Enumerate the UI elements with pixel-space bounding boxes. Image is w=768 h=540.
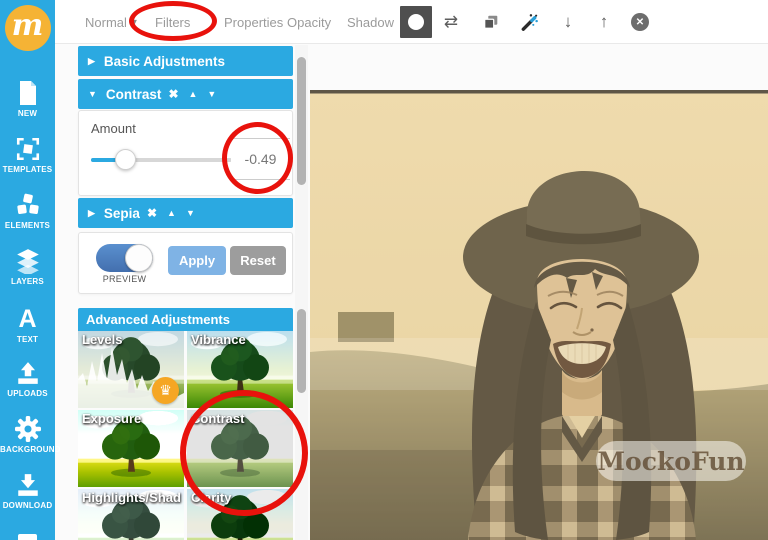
chevron-down-icon: ▾ (131, 16, 137, 28)
filter-thumbnail-exposure[interactable]: Exposure (78, 410, 184, 487)
premium-crown-icon: ♛ (152, 377, 179, 404)
amount-label: Amount (91, 121, 136, 136)
delete-icon[interactable]: ✕ (627, 0, 653, 44)
move-filter-up-icon[interactable]: ▲ (189, 89, 198, 99)
preview-toggle[interactable] (96, 244, 153, 272)
menu-item-shadow[interactable]: Shadow (347, 0, 394, 44)
scrollbar-thumb[interactable] (297, 57, 306, 185)
apply-button[interactable]: Apply (168, 246, 226, 275)
move-filter-up-icon[interactable]: ▲ (167, 208, 176, 218)
filter-thumbnail-vibrance[interactable]: Vibrance (187, 331, 293, 408)
swap-arrows-icon[interactable]: ⇄ (438, 0, 464, 44)
filter-thumbnail-clarity[interactable]: Clarity (187, 489, 293, 540)
canvas-area[interactable]: MockoFun (309, 45, 768, 540)
menu-item-opacity[interactable]: Opacity (287, 0, 331, 44)
preview-actions-card: PREVIEW Apply Reset (78, 232, 293, 294)
top-toolbar: Normal ▾ Filters Properties Opacity Shad… (55, 0, 768, 44)
new-document-icon (19, 81, 36, 105)
sidebar-item-download[interactable]: DOWNLOAD (0, 472, 55, 510)
move-up-icon[interactable]: ↑ (591, 0, 617, 44)
uploads-icon (17, 362, 38, 384)
amount-slider[interactable] (91, 149, 232, 170)
sidebar-item-elements[interactable]: ELEMENTS (0, 192, 55, 230)
move-down-icon[interactable]: ↓ (555, 0, 581, 44)
remove-filter-icon[interactable]: ✖ (168, 87, 178, 101)
menu-item-filters[interactable]: Filters (155, 0, 190, 44)
menu-item-properties[interactable]: Properties (224, 0, 283, 44)
move-filter-down-icon[interactable]: ▼ (207, 89, 216, 99)
blend-mode-value: Normal (85, 14, 127, 30)
section-header-basic-adjustments[interactable]: ▶ Basic Adjustments (78, 46, 293, 76)
filters-panel: ▶ Basic Adjustments ▼ Contrast ✖ ▲ ▼ Amo… (78, 0, 293, 540)
sidebar-item-text[interactable]: A TEXT (0, 306, 55, 344)
background-icon (14, 416, 41, 442)
shape-fill-button[interactable] (400, 6, 432, 38)
mockofun-logo[interactable]: m (0, 0, 55, 55)
sidebar-item-layers[interactable]: LAYERS (0, 248, 55, 286)
layers-icon (16, 249, 39, 274)
main-sidebar: m NEW TEMPLATES ELEMENTS LAYERS A TEXT U… (0, 0, 60, 540)
download-icon (17, 474, 38, 496)
filter-thumbnail-levels[interactable]: Levels ♛ (78, 331, 184, 408)
remove-filter-icon[interactable]: ✖ (147, 206, 157, 220)
sidebar-item-partial (18, 534, 37, 540)
toggle-knob (125, 244, 153, 272)
duplicate-icon[interactable] (478, 0, 504, 44)
scrollbar-thumb[interactable] (297, 309, 306, 393)
filter-thumbnail-contrast[interactable]: Contrast (187, 410, 293, 487)
collapsed-triangle-icon: ▶ (88, 207, 95, 218)
sidebar-item-background[interactable]: BACKGROUND (0, 416, 60, 454)
contrast-amount-card: Amount -0.49 (78, 110, 293, 196)
elements-icon (16, 193, 39, 215)
reset-button[interactable]: Reset (230, 246, 286, 275)
sidebar-item-new[interactable]: NEW (0, 80, 55, 118)
amount-slider-handle[interactable] (115, 149, 136, 170)
brand-letter: m (11, 7, 44, 43)
templates-icon (16, 137, 39, 161)
amount-value-input[interactable]: -0.49 (231, 138, 290, 180)
text-icon: A (18, 305, 37, 333)
filter-thumbnail-highlights-shadows[interactable]: Highlights/Shad (78, 489, 184, 540)
blend-mode-dropdown[interactable]: Normal ▾ (85, 0, 137, 44)
mockofun-editor: Normal ▾ Filters Properties Opacity Shad… (0, 0, 768, 540)
section-header-contrast[interactable]: ▼ Contrast ✖ ▲ ▼ (78, 79, 293, 109)
circle-shape-icon (408, 14, 424, 30)
sidebar-item-templates[interactable]: TEMPLATES (0, 136, 55, 174)
sidebar-item-uploads[interactable]: UPLOADS (0, 360, 55, 398)
panel-scrollbar[interactable] (295, 45, 308, 540)
magic-wand-icon[interactable] (516, 0, 542, 44)
preview-toggle-label: PREVIEW (102, 274, 147, 284)
advanced-adjustments-header: Advanced Adjustments (78, 308, 293, 331)
section-header-sepia[interactable]: ▶ Sepia ✖ ▲ ▼ (78, 198, 293, 228)
collapsed-triangle-icon: ▶ (88, 55, 95, 66)
mockofun-watermark: MockoFun (596, 441, 746, 481)
expanded-triangle-icon: ▼ (88, 89, 97, 99)
move-filter-down-icon[interactable]: ▼ (186, 208, 195, 218)
